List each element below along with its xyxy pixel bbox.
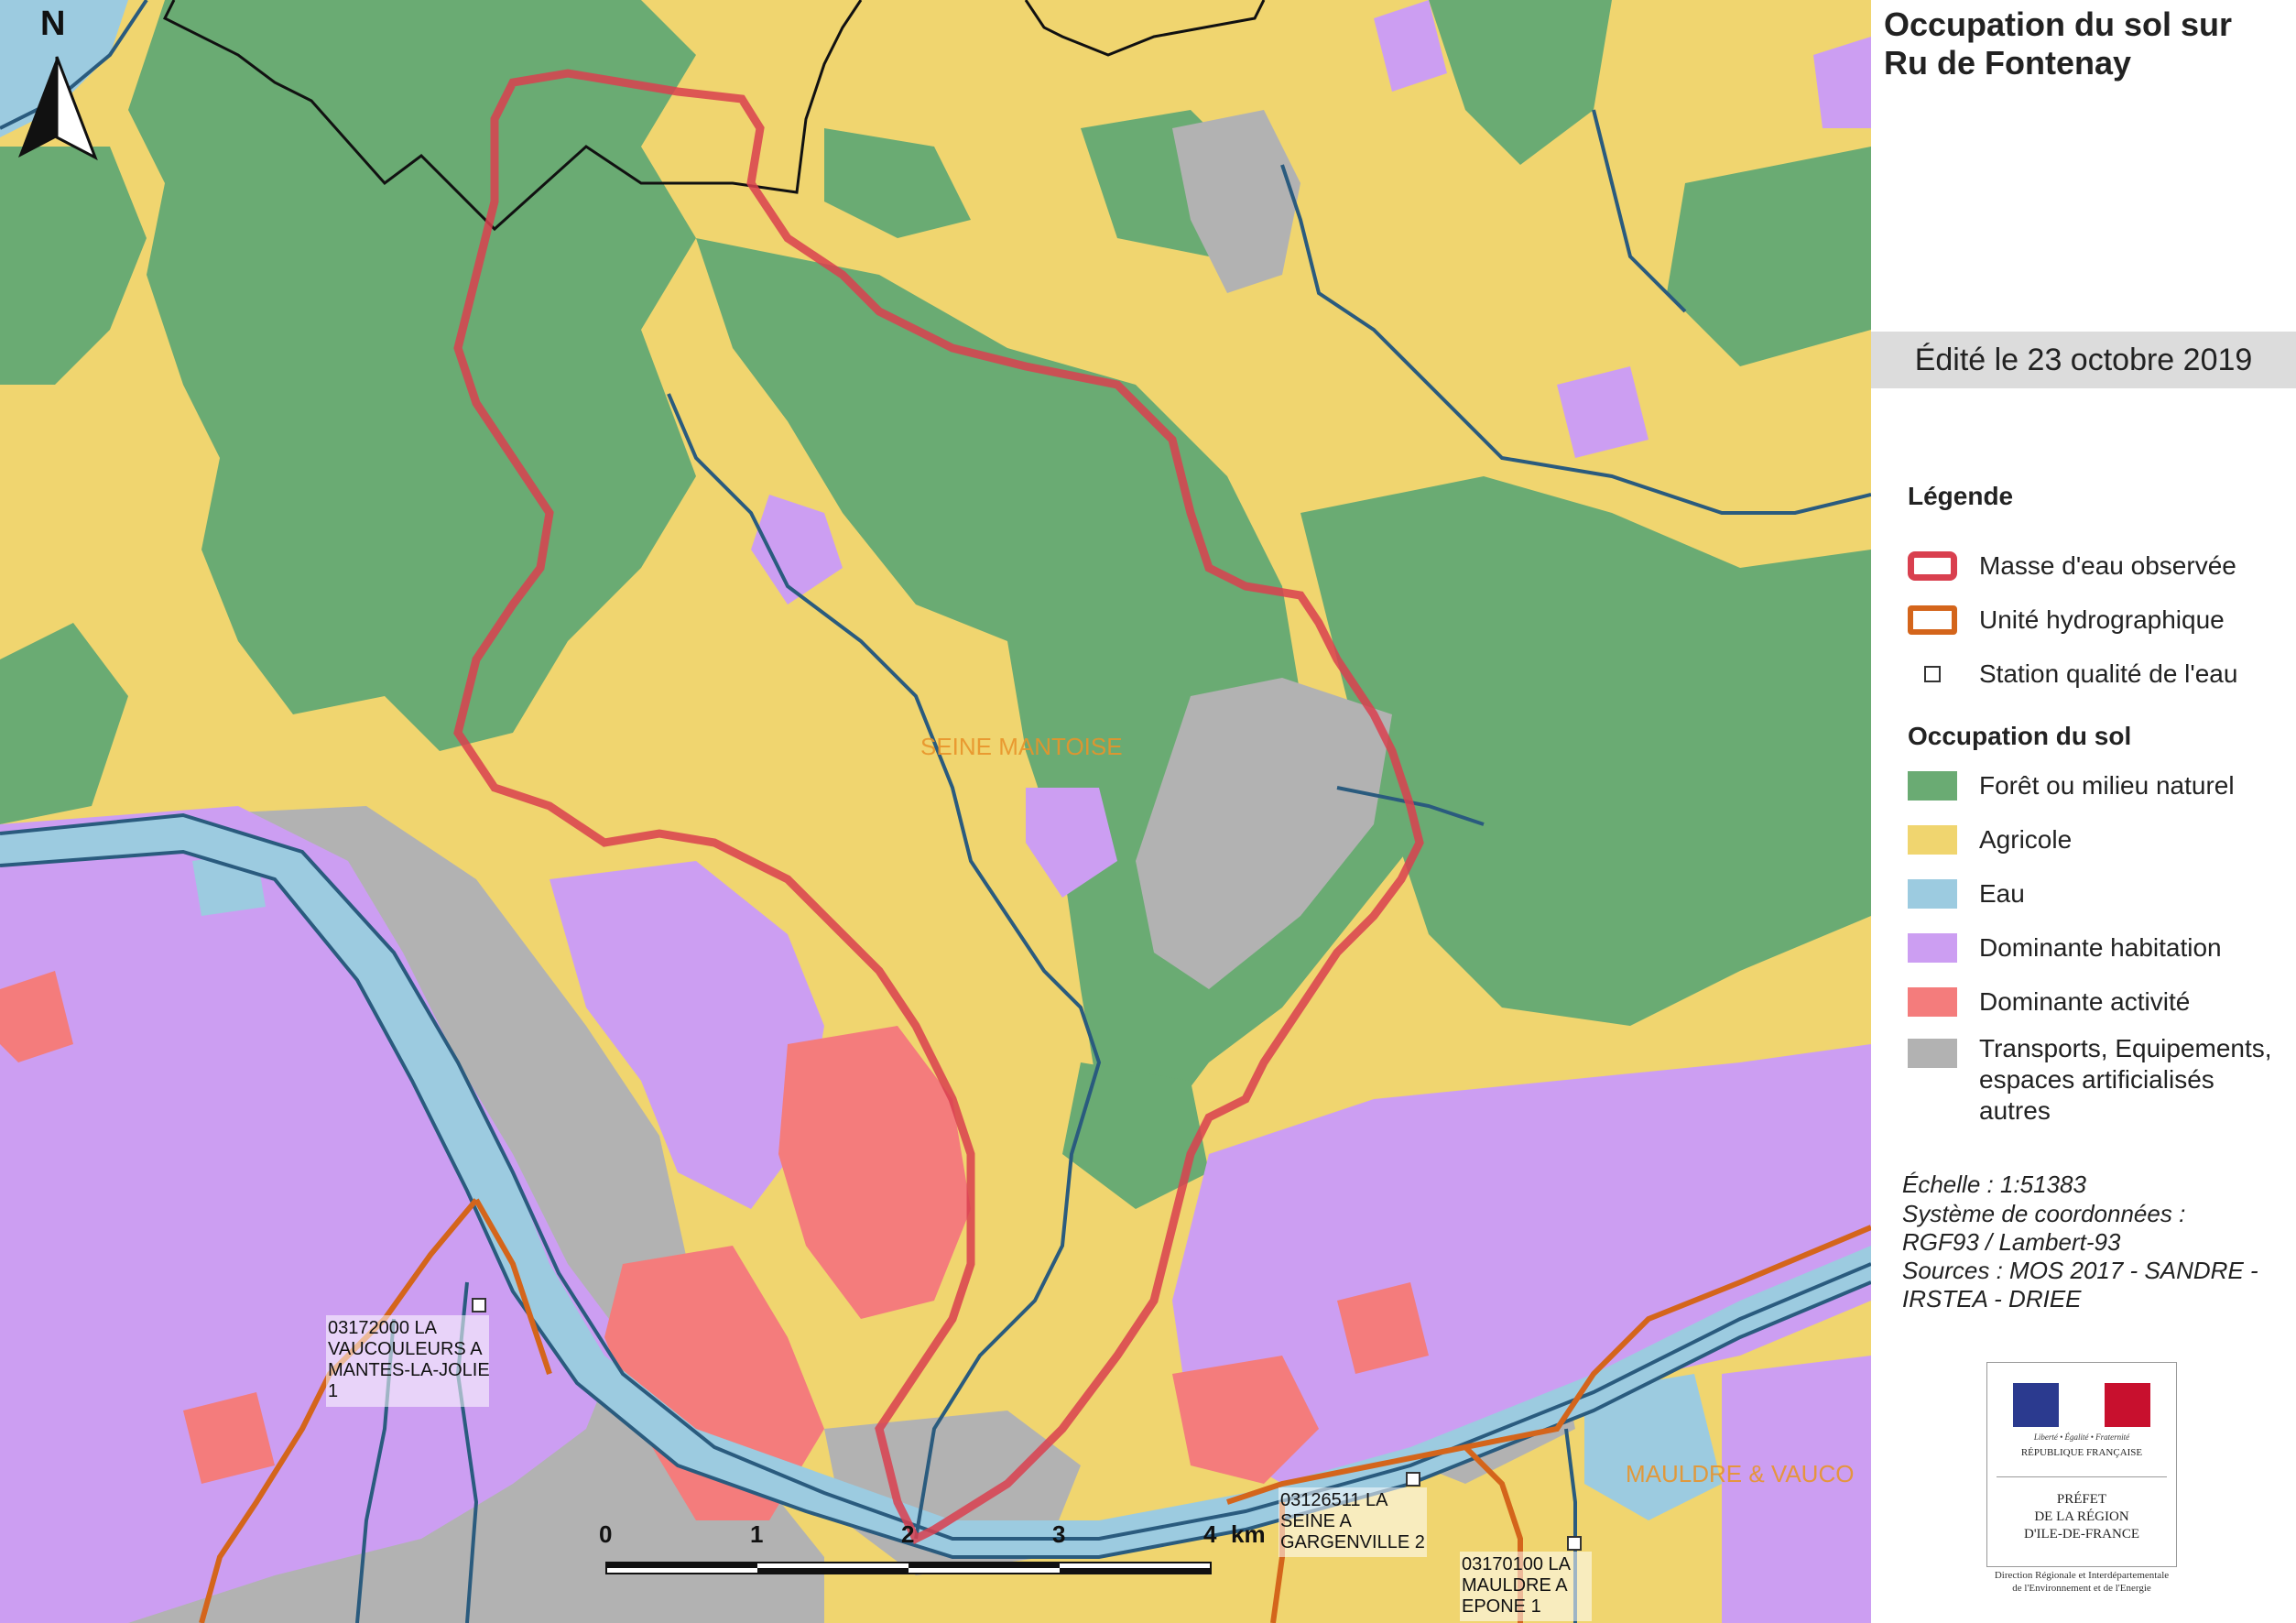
legend-item-housing: Dominante habitation bbox=[1908, 930, 2222, 966]
transport-swatch bbox=[1908, 1039, 1957, 1068]
logo-divider bbox=[1997, 1476, 2167, 1477]
scale-tick-0: 0 bbox=[599, 1520, 612, 1548]
crs-line-2: RGF93 / Lambert-93 bbox=[1902, 1228, 2121, 1256]
legend-label: Eau bbox=[1979, 879, 2025, 908]
agri-swatch bbox=[1908, 825, 1957, 855]
logo-prefet: PRÉFET DE LA RÉGION D'ILE-DE-FRANCE bbox=[2023, 1492, 2140, 1541]
station-marker-vaucouleurs[interactable] bbox=[472, 1298, 486, 1313]
legend-item-water: Eau bbox=[1908, 876, 2025, 912]
legend-item-transport: Transports, Equipements, espaces artific… bbox=[1908, 1033, 2272, 1132]
side-panel: Occupation du sol sur Ru de Fontenay Édi… bbox=[1871, 0, 2296, 1623]
legend-label: Forêt ou milieu naturel bbox=[1979, 771, 2235, 800]
scale-tick-2: 2 bbox=[901, 1520, 914, 1548]
scale-tick-3: 3 bbox=[1052, 1520, 1065, 1548]
scale-tick-4: 4 bbox=[1203, 1520, 1217, 1548]
map-title: Occupation du sol sur Ru de Fontenay bbox=[1884, 5, 2233, 82]
station-label-line: 03172000 LA bbox=[328, 1318, 438, 1338]
legend-label: Dominante activité bbox=[1979, 987, 2191, 1016]
station-square-icon bbox=[1908, 659, 1957, 689]
station-label-line: SEINE A bbox=[1280, 1511, 1352, 1531]
area-label-seine-mantoise: SEINE MANTOISE bbox=[920, 733, 1123, 760]
water-swatch bbox=[1908, 879, 1957, 909]
station-label-line: MANTES-LA-JOLIE bbox=[328, 1360, 490, 1380]
legend-item-hydro-unit: Unité hydrographique bbox=[1908, 602, 2225, 638]
legend-label: Transports, Equipements, espaces artific… bbox=[1979, 1034, 2272, 1125]
forest-swatch bbox=[1908, 771, 1957, 801]
station-label-line: MAULDRE A bbox=[1462, 1575, 1568, 1596]
sources-line-1: Sources : MOS 2017 - SANDRE - bbox=[1902, 1257, 2258, 1284]
station-label-line: VAUCOULEURS A bbox=[328, 1339, 483, 1359]
legend-label: Dominante habitation bbox=[1979, 933, 2222, 962]
legend-label: Station qualité de l'eau bbox=[1979, 659, 2238, 688]
station-label-mauldre: 03170100 LA MAULDRE A EPONE 1 bbox=[1460, 1552, 1592, 1621]
map-scale: Échelle : 1:51383 bbox=[1902, 1171, 2086, 1198]
landuse-heading: Occupation du sol bbox=[1908, 722, 2132, 750]
prefecture-logo: Liberté • Égalité • Fraternité RÉPUBLIQU… bbox=[1986, 1362, 2177, 1567]
station-marker-seine[interactable] bbox=[1406, 1472, 1420, 1487]
legend-item-agri: Agricole bbox=[1908, 822, 2072, 858]
area-label-mauldre: MAULDRE & VAUCO bbox=[1626, 1460, 1854, 1487]
station-label-line: EPONE 1 bbox=[1462, 1596, 1541, 1617]
station-marker-mauldre[interactable] bbox=[1567, 1536, 1582, 1551]
station-label-line: 03170100 LA bbox=[1462, 1554, 1572, 1574]
north-label: N bbox=[40, 5, 65, 43]
station-label-line: GARGENVILLE 2 bbox=[1280, 1532, 1425, 1552]
water-body-outline-icon bbox=[1908, 551, 1957, 581]
station-label-vaucouleurs: 03172000 LA VAUCOULEURS A MANTES-LA-JOLI… bbox=[326, 1315, 490, 1407]
legend-item-activity: Dominante activité bbox=[1908, 984, 2190, 1020]
scale-unit: km bbox=[1231, 1520, 1266, 1548]
station-label-line: 1 bbox=[328, 1381, 338, 1401]
hydro-unit-outline-icon bbox=[1908, 605, 1957, 635]
logo-motto: Liberté • Égalité • Fraternité bbox=[2033, 1432, 2130, 1442]
direction-text: Direction Régionale et Interdépartementa… bbox=[1994, 1570, 2170, 1594]
land-use-map[interactable]: SEINE MANTOISE MAULDRE & VAUCO 03172000 … bbox=[0, 0, 1871, 1623]
french-flag-icon bbox=[2013, 1383, 2150, 1427]
activity-swatch bbox=[1908, 987, 1957, 1017]
legend-item-water-body: Masse d'eau observée bbox=[1908, 548, 2236, 584]
edition-date: Édité le 23 octobre 2019 bbox=[1871, 332, 2296, 388]
scale-tick-1: 1 bbox=[750, 1520, 763, 1548]
logo-republic: RÉPUBLIQUE FRANÇAISE bbox=[2020, 1447, 2143, 1458]
legend-item-station: Station qualité de l'eau bbox=[1908, 656, 2237, 692]
housing-swatch bbox=[1908, 933, 1957, 963]
legend-item-forest: Forêt ou milieu naturel bbox=[1908, 768, 2235, 804]
station-label-line: 03126511 LA bbox=[1280, 1490, 1388, 1510]
legend-label: Masse d'eau observée bbox=[1979, 551, 2236, 580]
station-label-seine: 03126511 LA SEINE A GARGENVILLE 2 bbox=[1279, 1487, 1427, 1557]
crs-line-1: Système de coordonnées : bbox=[1902, 1200, 2186, 1227]
legend-label: Agricole bbox=[1979, 825, 2073, 854]
sources-line-2: IRSTEA - DRIEE bbox=[1902, 1285, 2082, 1313]
legend-label: Unité hydrographique bbox=[1979, 605, 2225, 634]
legend-heading: Légende bbox=[1908, 482, 2014, 510]
